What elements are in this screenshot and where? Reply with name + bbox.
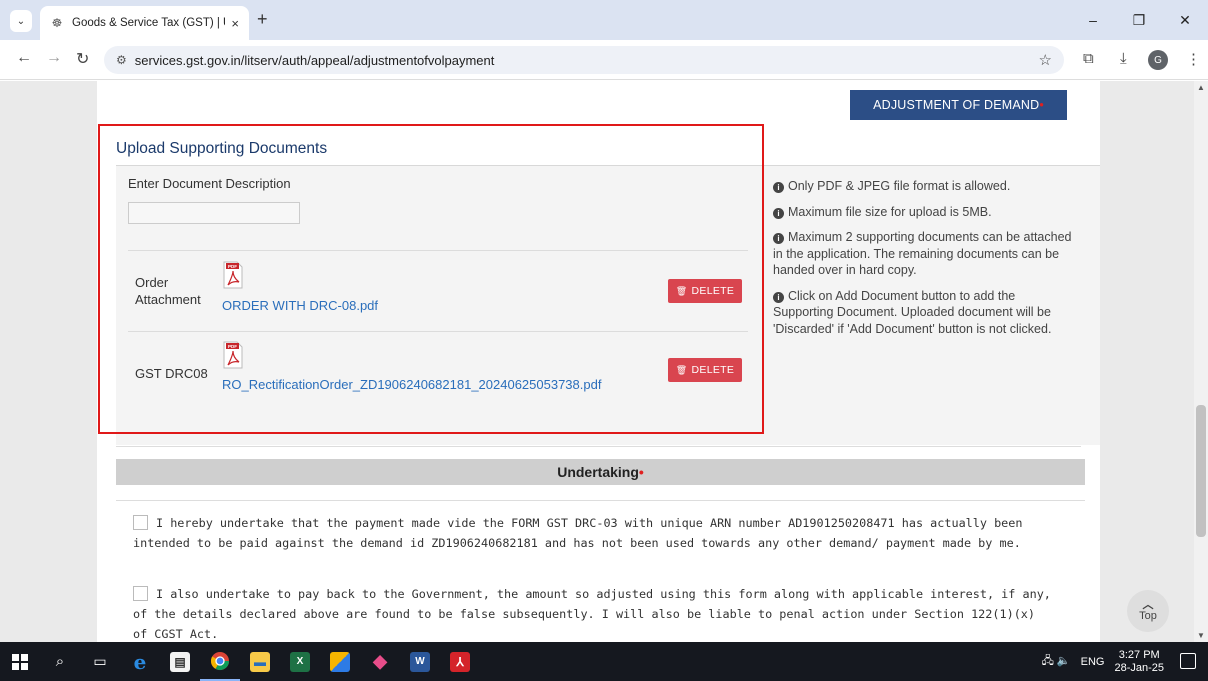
info-icon: i: [773, 291, 784, 303]
adjustment-button-label: ADJUSTMENT OF DEMAND: [873, 98, 1040, 112]
reload-icon[interactable]: ↻: [76, 49, 89, 69]
info-text: Click on Add Document button to add the …: [773, 288, 1052, 336]
diamond-app-icon: ◆: [373, 651, 387, 671]
scroll-down-icon[interactable]: ▼: [1197, 631, 1205, 640]
info-text: Maximum 2 supporting documents can be at…: [773, 230, 1072, 277]
top-label: Top: [1139, 610, 1157, 622]
undertaking-checkbox[interactable]: [133, 515, 148, 530]
undertaking-divider: [116, 500, 1085, 501]
scroll-up-icon[interactable]: ▲: [1197, 83, 1205, 92]
back-icon[interactable]: ←: [16, 49, 32, 67]
taskbar-app-book[interactable]: ▤: [160, 642, 200, 681]
windows-icon: [12, 653, 28, 670]
taskbar-app-edge[interactable]: e: [120, 642, 160, 681]
taskbar-app-excel[interactable]: X: [280, 642, 320, 681]
undertaking-checkbox[interactable]: [133, 586, 148, 601]
app-tiles-icon: [330, 651, 350, 672]
info-icon: i: [773, 182, 784, 193]
folder-icon: ▬: [250, 651, 270, 672]
new-tab-button[interactable]: +: [257, 9, 268, 30]
undertaking-header: Undertaking •: [116, 459, 1085, 485]
taskbar-app-word[interactable]: W: [400, 642, 440, 681]
adjustment-of-demand-button[interactable]: ADJUSTMENT OF DEMAND •: [850, 90, 1067, 120]
info-item: i Maximum 2 supporting documents can be a…: [773, 229, 1073, 279]
tab-strip: ⌄ ☸ Goods & Service Tax (GST) | Use × + …: [0, 0, 1208, 40]
start-button[interactable]: [0, 642, 40, 681]
close-window-button[interactable]: ✕: [1162, 0, 1208, 40]
highlight-box: [98, 124, 764, 434]
undertaking-text: I hereby undertake that the payment made…: [133, 516, 1023, 550]
window-controls: – ❐ ✕: [1070, 0, 1208, 40]
reader-icon: ▤: [170, 651, 190, 672]
search-button[interactable]: ⌕: [40, 642, 80, 681]
url-text: services.gst.gov.in/litserv/auth/appeal/…: [134, 52, 495, 68]
info-text: Only PDF & JPEG file format is allowed.: [788, 179, 1011, 193]
acrobat-icon: ⅄: [450, 651, 470, 672]
task-view-icon: ▭: [93, 653, 107, 669]
chrome-icon: [210, 651, 229, 670]
minimize-button[interactable]: –: [1070, 0, 1116, 40]
undertaking-title: Undertaking: [557, 464, 639, 480]
download-icon[interactable]: ⤓: [1120, 50, 1127, 67]
taskbar-app-chrome[interactable]: [200, 642, 240, 681]
taskbar-app-acrobat[interactable]: ⅄: [440, 642, 480, 681]
info-icon: i: [773, 233, 784, 244]
tab-gst[interactable]: ☸ Goods & Service Tax (GST) | Use ×: [40, 6, 249, 40]
clock-time: 3:27 PM: [1118, 648, 1160, 661]
undertaking-item: I also undertake to pay back to the Gove…: [133, 584, 1053, 644]
internet-explorer-icon: e: [133, 649, 147, 674]
scroll-thumb[interactable]: [1196, 405, 1206, 537]
task-view-button[interactable]: ▭: [80, 642, 120, 681]
page-scrollbar[interactable]: ▲ ▼: [1194, 81, 1208, 642]
tab-title: Goods & Service Tax (GST) | Use: [72, 17, 225, 29]
browser-toolbar: ← → ↻ ⚙ services.gst.gov.in/litserv/auth…: [0, 40, 1208, 80]
bookmark-star-icon[interactable]: ☆: [1039, 51, 1052, 69]
extensions-icon[interactable]: ⧉: [1083, 50, 1094, 67]
upload-info-panel: i Only PDF & JPEG file format is allowed.…: [773, 178, 1073, 346]
info-item: i Only PDF & JPEG file format is allowed.: [773, 178, 1073, 195]
taskbar-app-tiles[interactable]: [320, 642, 360, 681]
windows-taskbar: ⌕ ▭ e ▤ ▬ X ◆ W ⅄ 🖧 🔈 ENG 3:27 PM 28-Jan…: [0, 642, 1208, 681]
forward-icon[interactable]: →: [46, 49, 62, 67]
info-item: i Click on Add Document button to add the…: [773, 288, 1073, 338]
info-item: i Maximum file size for upload is 5MB.: [773, 204, 1073, 221]
undertaking-item: I hereby undertake that the payment made…: [133, 513, 1053, 553]
tab-search-button[interactable]: ⌄: [10, 10, 32, 32]
clock-date: 28-Jan-25: [1114, 661, 1164, 674]
browser-window: ⌄ ☸ Goods & Service Tax (GST) | Use × + …: [0, 0, 1208, 681]
excel-icon: X: [290, 651, 310, 672]
system-tray: 🖧 🔈 ENG 3:27 PM 28-Jan-25: [1042, 642, 1164, 681]
word-icon: W: [410, 651, 430, 672]
taskbar-app-diamond[interactable]: ◆: [360, 642, 400, 681]
undertaking-text: I also undertake to pay back to the Gove…: [133, 587, 1051, 641]
section-divider: [116, 446, 1081, 447]
info-icon: i: [773, 207, 784, 219]
site-info-icon[interactable]: ⚙: [116, 53, 127, 67]
required-marker: •: [638, 464, 644, 480]
profile-avatar[interactable]: G: [1148, 50, 1168, 70]
search-icon: ⌕: [55, 653, 65, 670]
scroll-to-top-button[interactable]: ︿ Top: [1127, 590, 1169, 632]
network-volume-icons[interactable]: 🖧 🔈: [1042, 652, 1071, 671]
taskbar-app-explorer[interactable]: ▬: [240, 642, 280, 681]
notification-center-icon[interactable]: [1180, 653, 1196, 669]
language-indicator[interactable]: ENG: [1081, 656, 1105, 668]
menu-icon[interactable]: ⋮: [1186, 50, 1201, 68]
restore-button[interactable]: ❐: [1116, 0, 1162, 40]
info-text: Maximum file size for upload is 5MB.: [788, 204, 992, 219]
close-tab-icon[interactable]: ×: [231, 16, 239, 31]
chevron-up-icon: ︿: [1142, 599, 1154, 611]
required-marker: •: [1039, 98, 1044, 112]
emblem-icon: ☸: [51, 16, 63, 30]
address-bar[interactable]: ⚙ services.gst.gov.in/litserv/auth/appea…: [104, 46, 1064, 74]
clock[interactable]: 3:27 PM 28-Jan-25: [1114, 649, 1164, 675]
